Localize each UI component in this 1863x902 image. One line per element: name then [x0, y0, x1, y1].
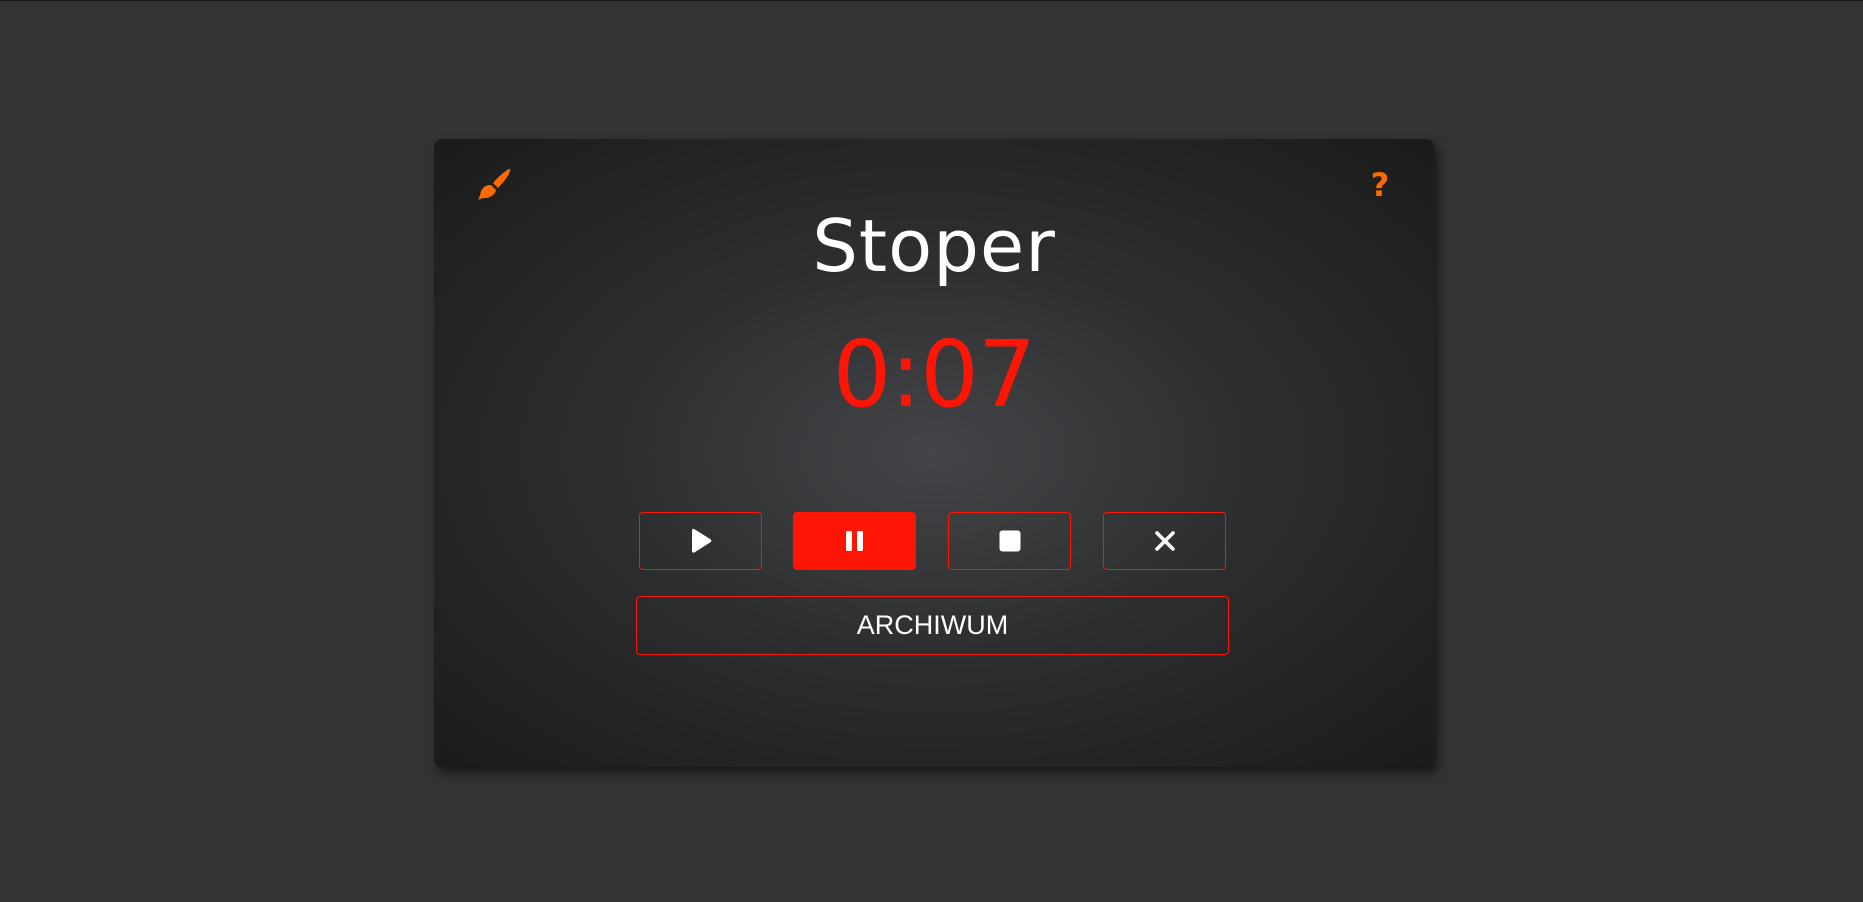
elapsed-time-display: 0:07: [832, 321, 1037, 428]
play-icon: [691, 528, 711, 553]
pause-icon: [845, 531, 863, 551]
stop-button[interactable]: [948, 512, 1071, 570]
reset-button[interactable]: [1103, 512, 1226, 570]
page-title: Stoper: [812, 204, 1056, 288]
question-icon: ?: [1370, 166, 1390, 204]
theme-button[interactable]: [474, 165, 514, 205]
window-top-border: [0, 0, 1863, 1]
stop-icon: [999, 530, 1020, 552]
help-button[interactable]: ?: [1360, 165, 1400, 205]
paintbrush-icon: [478, 168, 511, 200]
close-icon: [1154, 531, 1175, 551]
pause-button[interactable]: [793, 512, 916, 570]
play-button[interactable]: [639, 512, 762, 570]
stopwatch-card: ? Stoper 0:07 ARCHIWUM: [434, 139, 1434, 767]
archive-button[interactable]: ARCHIWUM: [636, 596, 1229, 655]
